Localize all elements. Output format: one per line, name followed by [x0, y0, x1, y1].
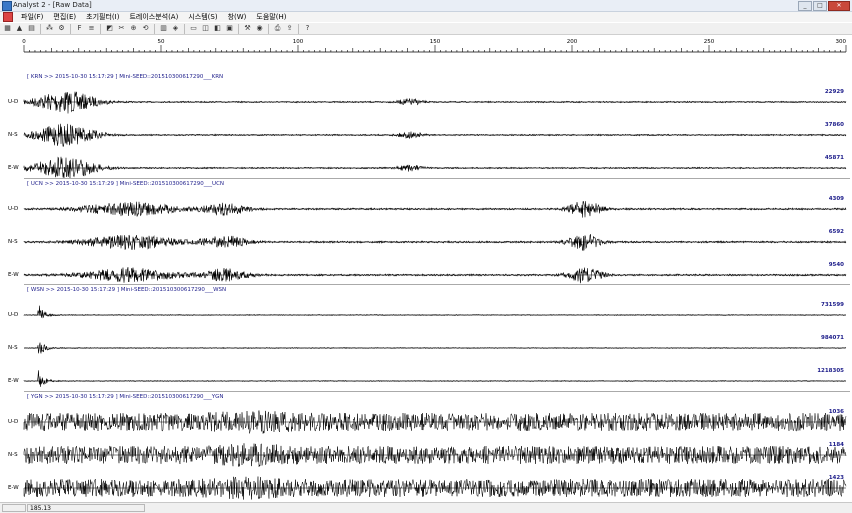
- window-icon[interactable]: ▭: [189, 24, 198, 33]
- ruler-tick-label: 100: [293, 39, 304, 45]
- amplitude-label: 45871: [824, 155, 844, 161]
- toolbar-separator: [238, 23, 239, 34]
- amplitude-label: 4309: [828, 196, 844, 202]
- menu-trace-analysis[interactable]: 트레이스분석(A): [124, 12, 183, 22]
- help-icon[interactable]: ?: [303, 24, 312, 33]
- toolbar-separator: [70, 23, 71, 34]
- status-bar: 185.13: [0, 502, 852, 513]
- save-icon[interactable]: ▤: [27, 24, 36, 33]
- component-label: N-S: [8, 452, 18, 458]
- menu-bar: 파일(F) 편집(E) 초기필터(I) 트레이스분석(A) 시스템(S) 창(W…: [0, 12, 852, 22]
- status-value: 185.13: [27, 504, 145, 512]
- amplitude-label: 37860: [824, 122, 844, 128]
- open-icon[interactable]: ▦: [3, 24, 12, 33]
- ruler-tick-label: 0: [22, 39, 26, 45]
- waveform-trace-2-2[interactable]: [23, 370, 846, 387]
- menu-initial-filter[interactable]: 초기필터(I): [81, 12, 124, 22]
- close-button[interactable]: ✕: [828, 1, 850, 11]
- amplitude-label: 1423: [828, 475, 844, 481]
- menu-edit[interactable]: 편집(E): [48, 12, 81, 22]
- component-label: E-W: [8, 485, 19, 491]
- station-separator: [24, 284, 850, 285]
- menu-help[interactable]: 도움말(H): [251, 12, 291, 22]
- maximize-button[interactable]: □: [813, 1, 827, 11]
- component-label: N-S: [8, 239, 18, 245]
- menu-system[interactable]: 시스템(S): [183, 12, 222, 22]
- waveform-trace-1-0[interactable]: [23, 201, 847, 218]
- filter-icon[interactable]: ⚙: [57, 24, 66, 33]
- amplitude-label: 1218305: [817, 368, 844, 374]
- waveform-trace-2-0[interactable]: [23, 305, 846, 319]
- status-cell-empty: [2, 504, 26, 512]
- pick-icon[interactable]: ⁂: [45, 24, 54, 33]
- toolbar-separator: [100, 23, 101, 34]
- station-separator: [24, 178, 850, 179]
- toolbar: ▦ ▲ ▤ ⁂ ⚙ F ≡ ◩ ✂ ⊕ ⟲ ▥ ◈ ▭ ◫ ◧ ▣ ⚒ ◉ ⎙ ⇪?: [0, 23, 852, 35]
- ruler-svg: 0 50 100 150 200 250 300: [22, 39, 847, 53]
- zoom-icon[interactable]: ⊕: [129, 24, 138, 33]
- ruler-tick-label: 150: [430, 39, 441, 45]
- ruler-tick-label: 300: [836, 39, 847, 45]
- component-label: N-S: [8, 132, 18, 138]
- amplitude-label: 1036: [828, 409, 844, 415]
- layout-icon[interactable]: ▣: [225, 24, 234, 33]
- station-separator: [24, 391, 850, 392]
- station-header-3: [ YGN >> 2015-10-30 15:17:29 ] Mini-SEED…: [27, 394, 224, 400]
- amplitude-label: 22929: [824, 89, 844, 95]
- grid-icon[interactable]: ▥: [159, 24, 168, 33]
- component-label: U-D: [8, 312, 19, 318]
- toolbar-separator: [268, 23, 269, 34]
- ruler-tick-label: 200: [567, 39, 578, 45]
- toolbar-separator: [184, 23, 185, 34]
- amplitude-label: 984071: [821, 335, 844, 341]
- ruler-tick-label: 250: [704, 39, 715, 45]
- list-icon[interactable]: ≡: [87, 24, 96, 33]
- split-icon[interactable]: ◧: [213, 24, 222, 33]
- component-label: U-D: [8, 419, 19, 425]
- component-label: U-D: [8, 99, 19, 105]
- amplitude-label: 9540: [828, 262, 844, 268]
- up-icon[interactable]: ▲: [15, 24, 24, 33]
- title-bar: Analyst 2 - [Raw Data] _ □ ✕: [0, 0, 852, 12]
- waveform-svg: [23, 91, 847, 500]
- station-header-0: [ KRN >> 2015-10-30 15:17:29 ] Mini-SEED…: [27, 74, 224, 80]
- station-header-1: [ UCN >> 2015-10-30 15:17:29 ] Mini-SEED…: [27, 181, 225, 187]
- app-icon: [2, 1, 12, 11]
- minimize-button[interactable]: _: [798, 1, 812, 11]
- f-icon[interactable]: F: [75, 24, 84, 33]
- tile-icon[interactable]: ◫: [201, 24, 210, 33]
- component-label: N-S: [8, 345, 18, 351]
- ruler-tick-label: 50: [158, 39, 165, 45]
- component-label: E-W: [8, 165, 19, 171]
- export-icon[interactable]: ⇪: [285, 24, 294, 33]
- mark-icon[interactable]: ◩: [105, 24, 114, 33]
- toolbar-separator: [298, 23, 299, 34]
- waveform-trace-0-0[interactable]: [23, 91, 847, 114]
- amplitude-label: 731599: [821, 302, 844, 308]
- component-label: E-W: [8, 378, 19, 384]
- waveform-plot[interactable]: [ KRN >> 2015-10-30 15:17:29 ] Mini-SEED…: [0, 57, 852, 501]
- cut-icon[interactable]: ✂: [117, 24, 126, 33]
- settings-icon[interactable]: ⚒: [243, 24, 252, 33]
- print-icon[interactable]: ⎙: [273, 24, 282, 33]
- graph-icon[interactable]: ◈: [171, 24, 180, 33]
- time-ruler: 0 50 100 150 200 250 300: [0, 37, 852, 57]
- toolbar-separator: [154, 23, 155, 34]
- magnify-icon[interactable]: ◉: [255, 24, 264, 33]
- window-title: Analyst 2 - [Raw Data]: [13, 1, 92, 9]
- menu-file[interactable]: 파일(F): [16, 12, 48, 22]
- window-controls: _ □ ✕: [798, 1, 850, 11]
- amplitude-label: 6592: [828, 229, 844, 235]
- station-header-2: [ WSN >> 2015-10-30 15:17:29 ] Mini-SEED…: [27, 287, 227, 293]
- menu-window[interactable]: 창(W): [223, 12, 252, 22]
- waveform-trace-1-1[interactable]: [23, 234, 847, 252]
- toolbar-separator: [40, 23, 41, 34]
- component-label: E-W: [8, 272, 19, 278]
- rotate-icon[interactable]: ⟲: [141, 24, 150, 33]
- component-label: U-D: [8, 206, 19, 212]
- amplitude-label: 1184: [828, 442, 844, 448]
- document-icon[interactable]: [3, 12, 13, 22]
